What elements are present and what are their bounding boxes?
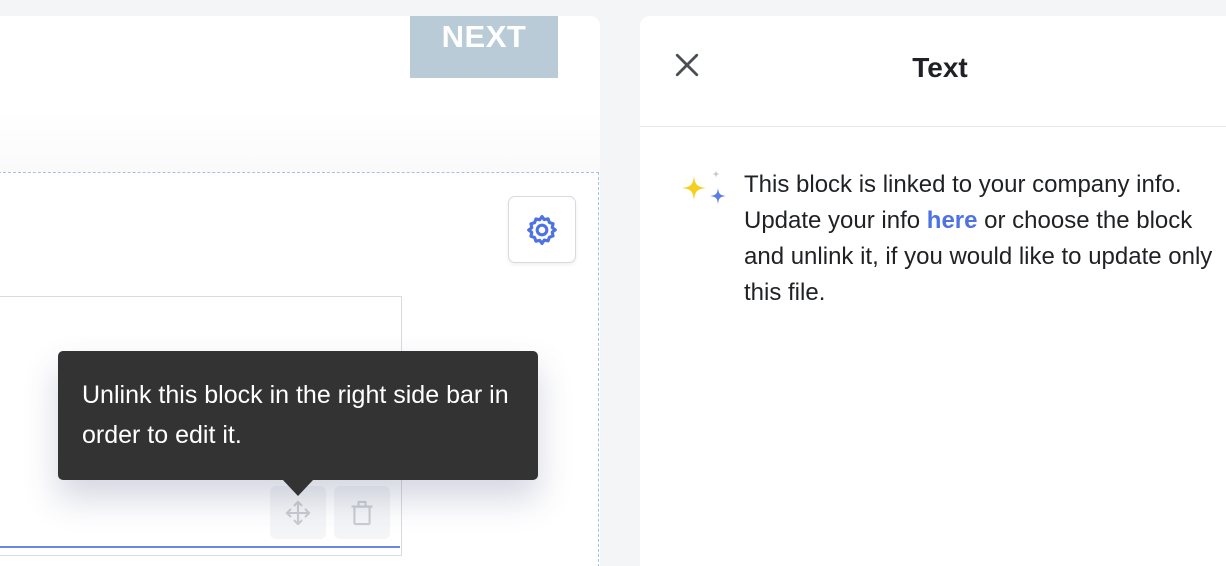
move-icon [285,500,311,525]
tooltip-text: Unlink this block in the right side bar … [82,381,509,449]
tooltip-arrow [282,479,314,496]
right-sidebar: Text This block is linked to your compan… [640,16,1226,566]
block-settings-button[interactable] [508,196,576,263]
sparkle-icon [682,170,726,204]
block-selection-line [0,546,400,548]
next-button[interactable]: NEXT [410,16,558,78]
sidebar-header: Text [640,16,1226,127]
unlink-tooltip: Unlink this block in the right side bar … [58,351,538,480]
trash-icon [351,500,373,525]
linked-block-info: This block is linked to your company inf… [744,167,1216,311]
company-info-link[interactable]: here [927,207,978,234]
sidebar-title: Text [912,52,968,83]
gear-icon [527,214,557,245]
delete-block-button[interactable] [334,486,390,539]
